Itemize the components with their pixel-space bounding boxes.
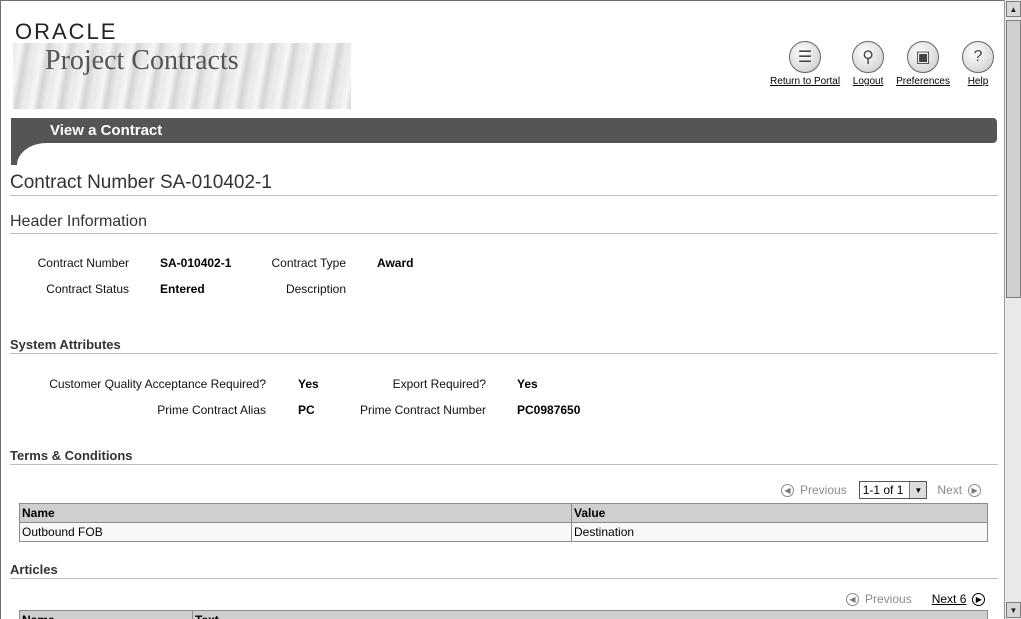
terms-table-navigation: ◀ Previous 1-1 of 1 ▼ Next ▶ (781, 481, 982, 499)
terms-previous: Previous (800, 483, 847, 497)
divider (10, 464, 998, 465)
table-header-row: Name Value (19, 503, 988, 523)
chevron-down-icon: ▼ (909, 482, 927, 498)
column-header-name[interactable]: Name (19, 610, 193, 619)
divider (10, 578, 998, 579)
page-heading: View a Contract (50, 122, 163, 139)
term-value-cell: Destination (571, 522, 988, 542)
oracle-wordmark: ORACLE (15, 19, 118, 44)
terms-conditions-title: Terms & Conditions (10, 448, 133, 463)
help-icon: ? (962, 41, 994, 73)
return-to-portal-button[interactable]: ☰ Return to Portal (770, 41, 840, 87)
term-name-cell: Outbound FOB (19, 522, 572, 542)
column-header-text[interactable]: Text (192, 610, 988, 619)
system-attributes-title: System Attributes (10, 337, 121, 352)
preferences-label: Preferences (896, 76, 950, 87)
next-icon: ▶ (968, 483, 982, 497)
logout-label: Logout (852, 76, 884, 87)
previous-icon: ◀ (846, 592, 859, 606)
scroll-down-button[interactable]: ▼ (1006, 602, 1021, 618)
terms-range-value: 1-1 of 1 (862, 483, 904, 497)
header-information-title: Header Information (10, 213, 147, 230)
terms-next: Next (937, 483, 963, 497)
divider (10, 195, 998, 196)
oracle-logo: ORACLE (15, 19, 117, 45)
export-required-label: Export Required? (392, 377, 486, 391)
next-icon[interactable]: ▶ (972, 592, 986, 606)
portal-icon: ☰ (789, 41, 822, 73)
logout-icon: ⚲ (852, 41, 885, 73)
product-banner: Project Contracts (13, 43, 351, 109)
contract-number-label: Contract Number (37, 256, 129, 270)
contract-number-value: SA-010402-1 (160, 256, 232, 270)
terms-table: Name Value Outbound FOB Destination (19, 503, 988, 542)
articles-previous: Previous (865, 592, 912, 606)
prime-contract-alias-value: PC (298, 403, 315, 417)
articles-table-navigation: ◀ Previous Next 6 ▶ (846, 592, 986, 606)
divider (10, 353, 998, 354)
column-header-name[interactable]: Name (19, 503, 572, 523)
product-name: Project Contracts (45, 45, 239, 76)
column-header-value[interactable]: Value (571, 503, 988, 523)
scroll-up-button[interactable]: ▲ (1006, 1, 1021, 17)
contract-status-label: Contract Status (46, 282, 129, 296)
logout-button[interactable]: ⚲ Logout (852, 41, 885, 87)
return-to-portal-label: Return to Portal (770, 76, 841, 87)
global-buttons: ☰ Return to Portal ⚲ Logout ▣ Preference… (770, 41, 994, 87)
title-bar-curve (11, 143, 77, 183)
contract-status-value: Entered (160, 282, 205, 296)
scroll-thumb[interactable] (1006, 20, 1021, 298)
table-header-row: Name Text (19, 610, 988, 619)
vertical-scrollbar[interactable]: ▲ ▼ (1004, 0, 1021, 619)
cqa-value: Yes (298, 377, 319, 391)
contract-type-label: Contract Type (271, 256, 346, 270)
cqa-label: Customer Quality Acceptance Required? (49, 377, 266, 391)
prime-contract-number-value: PC0987650 (517, 403, 581, 417)
description-label: Description (285, 282, 346, 296)
contract-type-value: Award (377, 256, 414, 270)
browser-content: ORACLE Project Contracts ☰ Return to Por… (0, 0, 1004, 619)
preferences-button[interactable]: ▣ Preferences (896, 41, 950, 87)
previous-icon: ◀ (781, 483, 794, 497)
help-button[interactable]: ? Help (962, 41, 994, 87)
articles-table: Name Text (19, 610, 988, 619)
export-required-value: Yes (517, 377, 538, 391)
page-title: Contract Number SA-010402-1 (10, 172, 272, 193)
articles-next-link[interactable]: Next 6 (932, 592, 967, 606)
divider (10, 233, 998, 234)
prime-contract-alias-label: Prime Contract Alias (157, 403, 266, 417)
table-row: Outbound FOB Destination (19, 522, 988, 542)
terms-range-select[interactable]: 1-1 of 1 ▼ (858, 481, 928, 499)
preferences-icon: ▣ (907, 41, 940, 73)
articles-title: Articles (10, 562, 58, 577)
help-label: Help (967, 76, 989, 87)
prime-contract-number-label: Prime Contract Number (359, 403, 486, 417)
